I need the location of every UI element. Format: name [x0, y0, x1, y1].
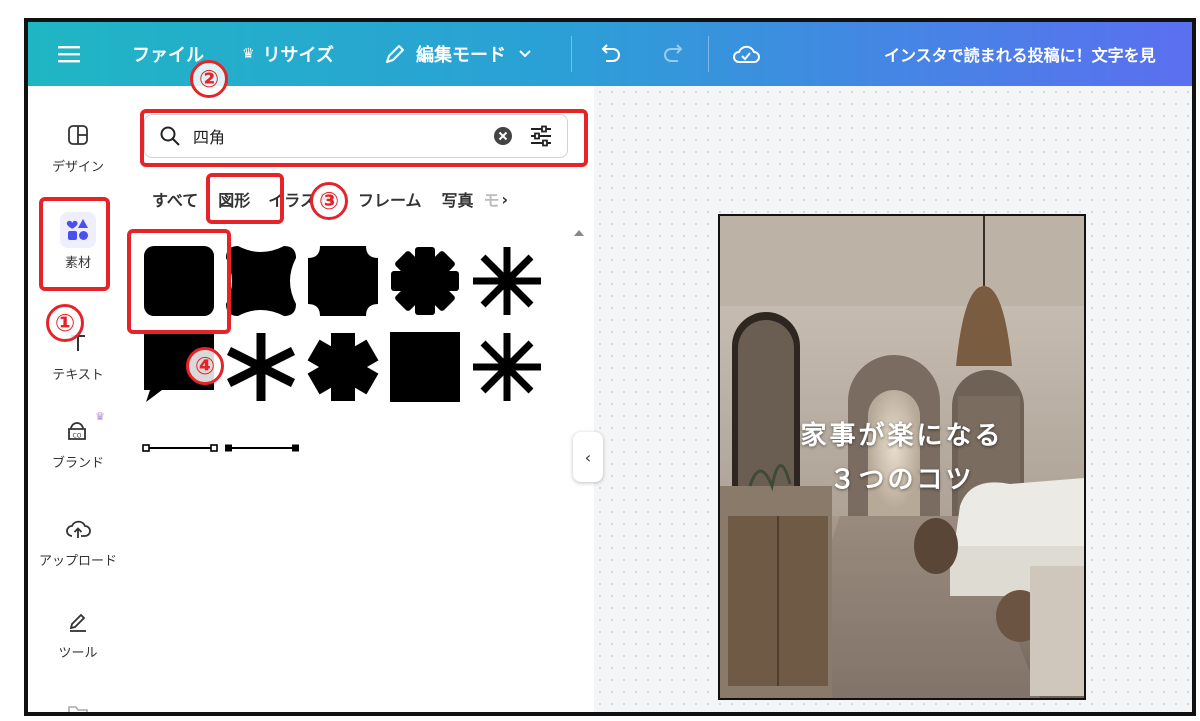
pencil-icon	[386, 45, 404, 63]
design-heading[interactable]: 家事が楽になる ３つのコツ	[720, 414, 1084, 502]
sidebar-item-label: テキスト	[52, 368, 104, 383]
tab-all[interactable]: すべて	[152, 187, 198, 211]
resize-label: リサイズ	[262, 45, 335, 66]
canvas-area[interactable]: 家事が楽になる ３つのコツ	[594, 86, 1192, 712]
annotation-2: ②	[190, 60, 228, 98]
sidebar-item-folder[interactable]	[28, 700, 128, 712]
annotation-4: ④	[186, 347, 224, 385]
toolbar-divider	[571, 36, 572, 72]
sidebar-item-design[interactable]: デザイン	[28, 122, 128, 175]
highlight-shapes-tab	[206, 173, 284, 224]
design-page[interactable]: 家事が楽になる ３つのコツ	[718, 214, 1086, 700]
tab-more[interactable]: モ	[484, 187, 500, 211]
design-heading-line1: 家事が楽になる	[800, 421, 1004, 451]
sidebar-item-brand[interactable]: CO ♛ ブランド	[28, 410, 128, 471]
cloud-upload-icon	[65, 516, 91, 542]
shape-asterisk-eight[interactable]	[470, 330, 544, 408]
left-rail: デザイン 素材 テキスト CO ♛ ブランド アップロード ツール	[28, 86, 128, 712]
brand-icon: CO ♛	[65, 410, 105, 444]
shape-square[interactable]	[388, 330, 462, 408]
shape-line-open-ends[interactable]	[142, 440, 220, 459]
annotation-3: ③	[310, 182, 348, 220]
sidebar-item-tools[interactable]: ツール	[28, 608, 128, 661]
chevron-right-icon[interactable]: ›	[502, 190, 509, 209]
crown-icon: ♛	[95, 410, 105, 423]
cloud-save-status[interactable]	[732, 22, 760, 86]
sidebar-item-text[interactable]: テキスト	[28, 330, 128, 383]
tab-frames[interactable]: フレーム	[358, 187, 422, 211]
annotation-1: ①	[46, 304, 84, 342]
shape-line-filled-ends[interactable]	[224, 440, 302, 459]
annotation-1-text: ①	[54, 309, 76, 337]
annotation-4-text: ④	[194, 352, 216, 380]
undo-icon	[601, 44, 620, 62]
edit-mode-dropdown[interactable]: 編集モード	[384, 22, 532, 86]
sidebar-item-label: デザイン	[51, 160, 104, 175]
design-heading-line2: ３つのコツ	[829, 465, 975, 495]
shape-asterisk-six[interactable]	[224, 330, 298, 408]
highlight-search	[140, 109, 588, 167]
redo-icon	[664, 44, 683, 62]
collapse-panel-button[interactable]: ‹	[573, 432, 603, 482]
highlight-shape	[127, 229, 231, 334]
highlight-elements	[39, 197, 110, 291]
chevron-left-icon: ‹	[584, 447, 592, 467]
svg-text:CO: CO	[73, 433, 82, 440]
shape-scalloped-square[interactable]	[224, 244, 298, 322]
draw-icon	[67, 608, 89, 634]
sidebar-item-label: ブランド	[51, 456, 104, 471]
shape-notched-square[interactable]	[306, 244, 380, 322]
cloud-check-icon	[733, 45, 760, 63]
sidebar-item-upload[interactable]: アップロード	[28, 516, 128, 569]
file-menu-label: ファイル	[132, 45, 204, 66]
chevron-down-icon	[519, 50, 531, 58]
annotation-3-text: ③	[318, 187, 340, 215]
scroll-up-arrow[interactable]	[574, 230, 584, 236]
shape-asterisk-bold[interactable]	[306, 330, 380, 408]
tab-photos[interactable]: 写真	[441, 187, 473, 211]
resize-button[interactable]: ♛ リサイズ	[242, 22, 334, 86]
design-title-text: インスタで読まれる投稿に！文字を見	[884, 46, 1156, 65]
sidebar-item-label: アップロード	[38, 554, 117, 569]
design-title[interactable]: インスタで読まれる投稿に！文字を見	[884, 22, 1156, 86]
annotation-2-text: ②	[198, 65, 220, 93]
crown-icon: ♛	[242, 46, 255, 62]
toolbar-divider	[708, 36, 709, 72]
menu-icon[interactable]	[58, 22, 80, 86]
elements-panel: すべて 図形 イラスト フレーム 写真 モ ›	[128, 86, 595, 712]
undo-button[interactable]	[598, 22, 622, 86]
shape-burst[interactable]	[388, 244, 462, 322]
shape-asterisk-thin[interactable]	[470, 244, 544, 322]
edit-mode-label: 編集モード	[416, 45, 506, 66]
app-window: ファイル ♛ リサイズ 編集モード インスタで読まれる投稿に！文字を見 デザイン…	[24, 18, 1196, 716]
folder-icon	[67, 700, 89, 712]
layout-icon	[67, 122, 89, 148]
redo-button[interactable]	[662, 22, 686, 86]
sidebar-item-label: ツール	[58, 646, 98, 661]
